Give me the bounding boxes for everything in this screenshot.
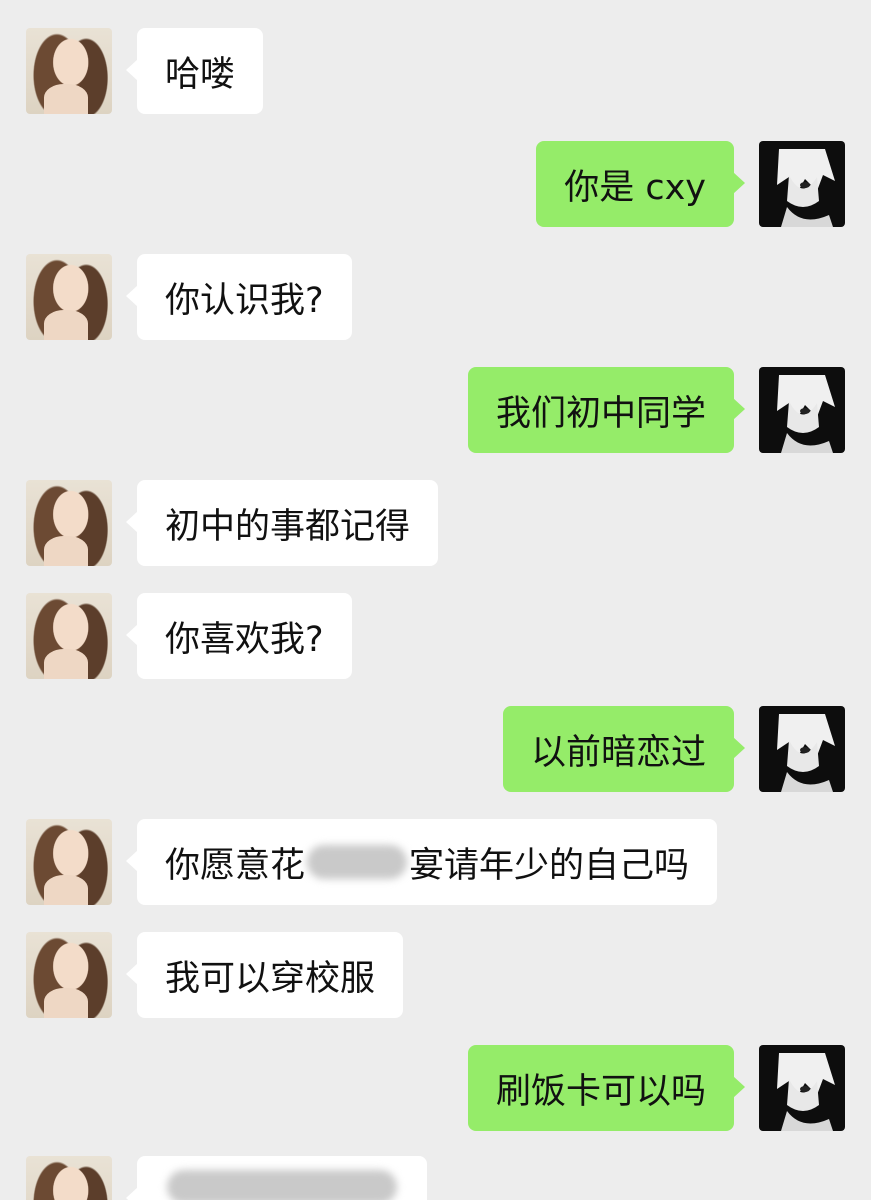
outgoing-message-bubble[interactable]: 我们初中同学 [467, 367, 746, 453]
contact-avatar[interactable] [26, 593, 112, 679]
self-avatar[interactable] [759, 1045, 845, 1131]
incoming-message-bubble[interactable]: 初中的事都记得 [125, 480, 439, 566]
message-row: 你是 cxy [0, 141, 871, 231]
message-text-before: 你愿意花 [165, 845, 306, 886]
message-row: 初中的事都记得 [0, 480, 871, 570]
message-row: 以前暗恋过 [0, 706, 871, 796]
message-text: 我们初中同学 [495, 393, 706, 434]
message-row: 我们初中同学 [0, 367, 871, 457]
message-text: 刷饭卡可以吗 [495, 1071, 706, 1112]
contact-avatar[interactable] [26, 480, 112, 566]
incoming-message-bubble[interactable]: 我可以穿校服 [125, 932, 404, 1018]
message-text-after: 宴请年少的自己吗 [409, 845, 690, 886]
contact-avatar[interactable] [26, 932, 112, 1018]
message-row-partial [0, 1156, 871, 1200]
message-row: 你喜欢我? [0, 593, 871, 683]
self-avatar[interactable] [759, 367, 845, 453]
message-text: 哈喽 [165, 54, 236, 95]
message-text: 你喜欢我? [165, 619, 324, 660]
incoming-message-bubble[interactable] [126, 1156, 427, 1200]
message-text: 你是 cxy [564, 167, 706, 208]
outgoing-message-bubble[interactable]: 以前暗恋过 [502, 706, 746, 792]
message-text: 初中的事都记得 [165, 506, 411, 547]
outgoing-message-bubble[interactable]: 你是 cxy [536, 141, 745, 227]
incoming-message-bubble[interactable]: 你愿意花 宴请年少的自己吗 [125, 819, 718, 905]
contact-avatar[interactable] [26, 819, 112, 905]
message-row: 你愿意花 宴请年少的自己吗 [0, 819, 871, 909]
incoming-message-bubble[interactable]: 你认识我? [126, 254, 352, 340]
message-text: 你认识我? [165, 280, 324, 321]
message-row: 刷饭卡可以吗 [0, 1045, 871, 1135]
redacted-amount-blur [307, 845, 408, 879]
message-row: 你认识我? [0, 254, 871, 344]
outgoing-message-bubble[interactable]: 刷饭卡可以吗 [467, 1045, 746, 1131]
contact-avatar[interactable] [26, 254, 112, 340]
message-row: 我可以穿校服 [0, 932, 871, 1022]
blurred-message-text [167, 1170, 397, 1200]
message-text: 以前暗恋过 [530, 732, 706, 773]
message-text: 我可以穿校服 [165, 958, 376, 999]
contact-avatar[interactable] [26, 1156, 112, 1200]
self-avatar[interactable] [759, 141, 845, 227]
incoming-message-bubble[interactable]: 你喜欢我? [126, 593, 352, 679]
contact-avatar[interactable] [26, 28, 112, 114]
incoming-message-bubble[interactable]: 哈喽 [125, 28, 264, 114]
self-avatar[interactable] [759, 706, 845, 792]
message-row: 哈喽 [0, 28, 871, 118]
